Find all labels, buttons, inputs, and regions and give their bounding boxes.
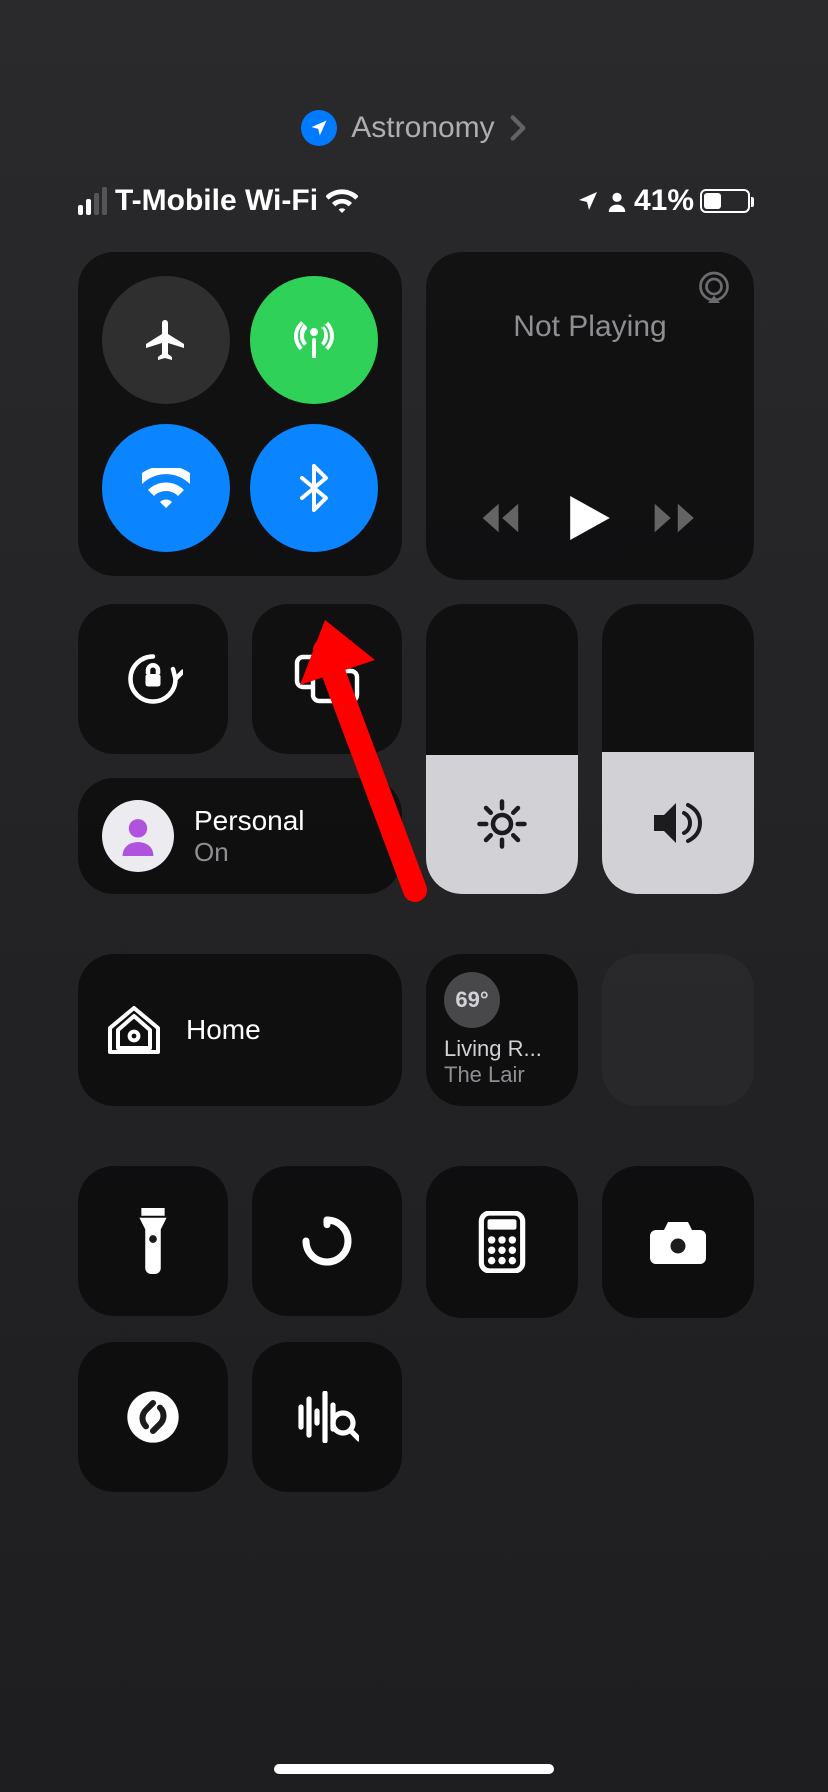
speaker-icon <box>650 799 706 847</box>
location-arrow-icon <box>576 189 600 213</box>
room-subtitle: The Lair <box>444 1062 560 1088</box>
calculator-icon <box>477 1211 527 1273</box>
camera-button[interactable] <box>602 1166 754 1318</box>
focus-indicator[interactable]: Astronomy <box>0 110 828 146</box>
controls-grid: Not Playing <box>78 252 750 1486</box>
bluetooth-icon <box>298 464 330 512</box>
temperature-badge: 69° <box>444 972 500 1028</box>
connectivity-platter[interactable] <box>78 252 402 576</box>
rewind-button[interactable] <box>482 502 526 534</box>
wifi-icon <box>326 189 358 213</box>
fast-forward-button[interactable] <box>654 502 698 534</box>
home-icon <box>106 1004 162 1056</box>
camera-icon <box>648 1218 708 1266</box>
bluetooth-toggle[interactable] <box>250 424 378 552</box>
timer-button[interactable] <box>252 1166 402 1316</box>
now-playing-label: Not Playing <box>450 310 730 344</box>
rotation-lock-icon <box>123 649 183 709</box>
calculator-button[interactable] <box>426 1166 578 1318</box>
cellular-data-toggle[interactable] <box>250 276 378 404</box>
empty-slot <box>602 954 754 1106</box>
person-focus-icon <box>102 800 174 872</box>
flashlight-button[interactable] <box>78 1166 228 1316</box>
status-bar: T-Mobile Wi-Fi 41% <box>78 176 750 226</box>
signal-bars-icon <box>78 187 107 215</box>
shazam-button[interactable] <box>78 1342 228 1492</box>
focus-mode-state: On <box>194 837 305 868</box>
spacer <box>78 1130 754 1142</box>
sound-recognition-button[interactable] <box>252 1342 402 1492</box>
flashlight-icon <box>133 1208 173 1274</box>
chevron-right-icon <box>509 114 527 142</box>
battery-icon <box>700 189 750 213</box>
sun-icon <box>475 797 529 851</box>
airplane-icon <box>142 316 190 364</box>
play-button[interactable] <box>570 496 610 540</box>
shazam-icon <box>125 1389 181 1445</box>
brightness-slider[interactable] <box>426 604 578 894</box>
airplay-icon[interactable] <box>696 270 732 306</box>
spacer <box>78 918 754 930</box>
location-icon <box>301 110 337 146</box>
antenna-icon <box>290 316 338 364</box>
battery-percent: 41% <box>634 184 694 218</box>
wifi-icon <box>142 468 190 508</box>
timer-icon <box>299 1213 355 1269</box>
home-indicator[interactable] <box>274 1764 554 1774</box>
home-label: Home <box>186 1014 261 1046</box>
screen-mirroring-button[interactable] <box>252 604 402 754</box>
home-button[interactable]: Home <box>78 954 402 1106</box>
wifi-toggle[interactable] <box>102 424 230 552</box>
focus-app-label: Astronomy <box>351 111 494 145</box>
room-name: Living R... <box>444 1036 560 1062</box>
sound-search-icon <box>295 1391 359 1443</box>
screen-mirroring-icon <box>293 652 361 706</box>
room-tile[interactable]: 69° Living R... The Lair <box>426 954 578 1106</box>
control-center: Astronomy T-Mobile Wi-Fi 41% <box>0 0 828 1792</box>
focus-mode-button[interactable]: Personal On <box>78 778 402 894</box>
focus-mode-name: Personal <box>194 805 305 837</box>
media-platter[interactable]: Not Playing <box>426 252 754 580</box>
carrier-label: T-Mobile Wi-Fi <box>115 184 318 218</box>
person-icon <box>606 189 628 213</box>
airplane-mode-toggle[interactable] <box>102 276 230 404</box>
focus-mode-text: Personal On <box>194 805 305 868</box>
volume-slider[interactable] <box>602 604 754 894</box>
orientation-lock-toggle[interactable] <box>78 604 228 754</box>
